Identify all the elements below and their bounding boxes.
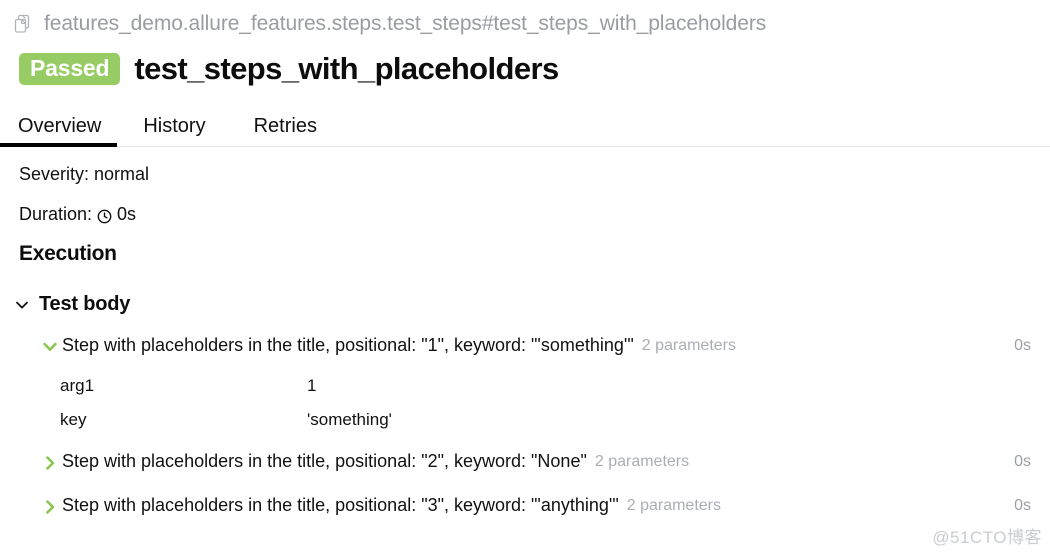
- step-title: Step with placeholders in the title, pos…: [62, 335, 634, 355]
- table-row: key 'something': [60, 403, 1050, 437]
- tab-overview[interactable]: Overview: [0, 115, 118, 147]
- parameter-name: arg1: [60, 376, 95, 395]
- duration-line: Duration: 0s: [19, 204, 1050, 225]
- step-parameters-count: 2 parameters: [594, 452, 690, 470]
- chevron-down-icon[interactable]: [41, 338, 59, 356]
- duration-value: 0s: [117, 204, 137, 224]
- step-list: Step with placeholders in the title, pos…: [0, 330, 1050, 521]
- tab-bar: Overview History Retries: [0, 103, 1050, 147]
- step-parameters-count: 2 parameters: [626, 496, 721, 514]
- test-header: Passed test_steps_with_placeholders: [0, 39, 1050, 91]
- test-body-toggle[interactable]: Test body: [0, 293, 1050, 316]
- breadcrumb-text[interactable]: features_demo.allure_features.steps.test…: [44, 12, 766, 36]
- page-title: test_steps_with_placeholders: [134, 51, 559, 86]
- step-parameters-table: arg1 1 key 'something': [0, 361, 1050, 437]
- tab-retries[interactable]: Retries: [254, 115, 339, 147]
- test-meta: Severity: normal Duration: 0s: [0, 147, 1050, 225]
- step-row[interactable]: Step with placeholders in the title, pos…: [0, 446, 1050, 477]
- execution-heading: Execution: [19, 242, 117, 265]
- step-parameters-count: 2 parameters: [641, 336, 736, 354]
- step-row[interactable]: Step with placeholders in the title, pos…: [0, 330, 1050, 361]
- chevron-right-icon[interactable]: [41, 498, 59, 516]
- status-badge: Passed: [19, 52, 121, 86]
- clock-icon: [97, 208, 112, 224]
- step-duration: 0s: [1014, 336, 1031, 354]
- parameter-name: key: [60, 410, 87, 429]
- copy-pages-icon: [13, 14, 35, 36]
- chevron-right-icon[interactable]: [41, 454, 59, 472]
- chevron-down-icon: [14, 297, 30, 313]
- severity-label: Severity:: [19, 164, 90, 184]
- step-duration: 0s: [1014, 452, 1031, 470]
- step-row[interactable]: Step with placeholders in the title, pos…: [0, 490, 1050, 521]
- severity-value: normal: [94, 164, 150, 184]
- parameter-value: 1: [307, 376, 317, 395]
- table-row: arg1 1: [60, 369, 1050, 403]
- step-duration: 0s: [1014, 496, 1031, 514]
- watermark: @51CTO博客: [932, 528, 1042, 547]
- severity-line: Severity: normal: [19, 164, 1050, 185]
- test-body-label: Test body: [39, 293, 131, 315]
- parameter-value: 'something': [307, 410, 392, 429]
- step-title: Step with placeholders in the title, pos…: [62, 451, 587, 471]
- duration-label: Duration:: [19, 204, 93, 224]
- tab-history[interactable]: History: [143, 115, 227, 147]
- breadcrumb[interactable]: features_demo.allure_features.steps.test…: [0, 0, 1050, 39]
- step-title: Step with placeholders in the title, pos…: [62, 495, 619, 515]
